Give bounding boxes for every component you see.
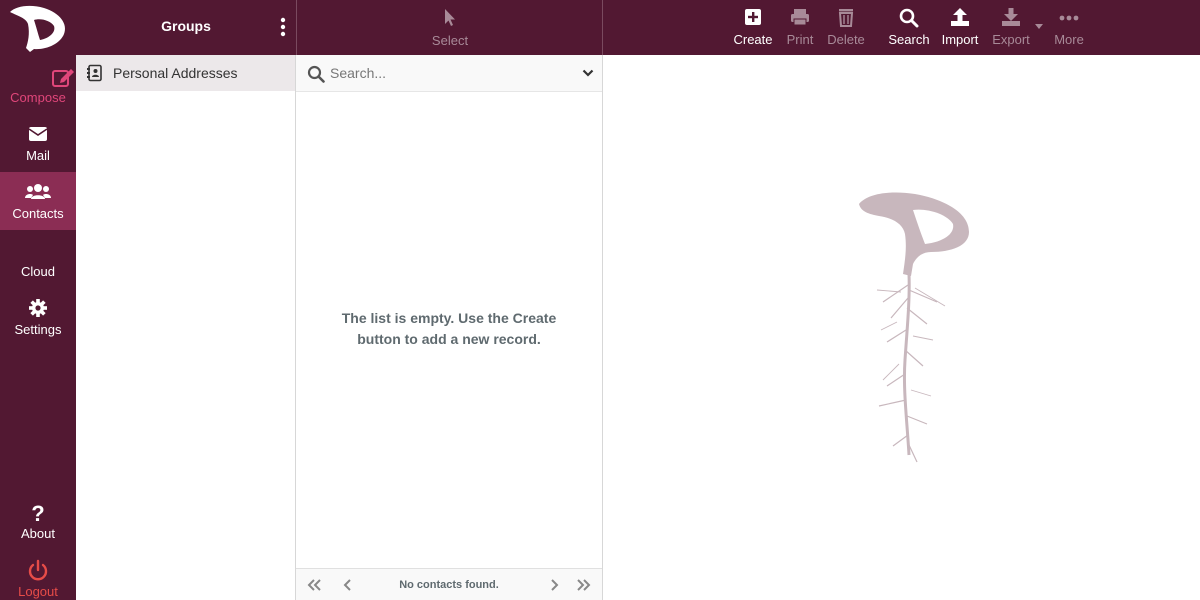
nav-about[interactable]: ? About [0, 492, 76, 550]
envelope-icon [28, 127, 48, 141]
question-icon: ? [31, 501, 44, 524]
nav-settings-label: Settings [14, 322, 62, 337]
create-button[interactable]: Create [731, 6, 775, 52]
nav-about-label: About [21, 526, 55, 541]
select-button[interactable]: Select [417, 8, 483, 50]
next-page-icon[interactable] [546, 578, 562, 592]
search-label: Search [888, 32, 930, 47]
more-button[interactable]: More [1051, 6, 1087, 52]
nav-cloud[interactable]: Cloud [0, 230, 76, 288]
caret-down-icon[interactable] [1035, 24, 1043, 30]
nav-mail-label: Mail [26, 148, 50, 163]
download-icon [1002, 8, 1020, 26]
import-label: Import [941, 32, 979, 47]
import-button[interactable]: Import [937, 6, 983, 52]
users-icon [25, 184, 51, 199]
gear-icon [29, 299, 47, 317]
ellipsis-icon [1059, 15, 1079, 21]
toolbar-search-button[interactable]: Search [887, 6, 931, 52]
app-logo [10, 5, 66, 52]
chevron-down-icon[interactable] [582, 68, 594, 78]
nav-logout-label: Logout [18, 584, 58, 599]
nav-mail[interactable]: Mail [0, 114, 76, 172]
more-label: More [1054, 32, 1084, 47]
trash-icon [838, 9, 854, 27]
list-header: Select [296, 0, 602, 55]
list-status-text: No contacts found. [399, 579, 499, 591]
nav-contacts[interactable]: Contacts [0, 172, 76, 230]
print-label: Print [786, 32, 814, 47]
list-pagination: No contacts found. [296, 568, 602, 600]
search-input[interactable] [330, 63, 570, 83]
cursor-icon [445, 9, 455, 26]
kebab-menu-icon[interactable] [276, 16, 290, 38]
nav-compose-label: Compose [10, 90, 66, 105]
contacts-list-panel: The list is empty. Use the Create button… [295, 55, 603, 600]
logo-watermark-icon [859, 192, 969, 463]
svg-text:?: ? [31, 501, 44, 524]
nav-contacts-label: Contacts [12, 206, 64, 221]
last-page-icon[interactable] [576, 578, 592, 592]
search-bar [296, 55, 602, 92]
plus-square-icon [745, 9, 761, 25]
print-button[interactable]: Print [781, 6, 819, 52]
upload-icon [951, 8, 969, 26]
create-label: Create [733, 32, 773, 47]
compose-icon [52, 69, 74, 87]
contact-details-pane [603, 55, 1200, 600]
search-icon [899, 8, 919, 28]
export-label: Export [992, 32, 1030, 47]
empty-list-message: The list is empty. Use the Create button… [341, 310, 557, 347]
printer-icon [791, 9, 809, 26]
previous-page-icon[interactable] [340, 578, 356, 592]
address-book-icon [87, 64, 102, 82]
select-label: Select [431, 33, 469, 48]
main-toolbar: Create Print Delete Search Import Export… [602, 0, 1200, 55]
export-button[interactable]: Export [989, 6, 1033, 52]
nav-logout[interactable]: Logout [0, 550, 76, 600]
delete-label: Delete [827, 32, 865, 47]
nav-compose[interactable]: Compose [0, 56, 76, 114]
delete-button[interactable]: Delete [823, 6, 869, 52]
groups-title: Groups [161, 18, 211, 34]
group-item-label: Personal Addresses [113, 65, 238, 81]
nav-settings[interactable]: Settings [0, 288, 76, 346]
nav-rail: Compose Mail Contacts Cloud Settings ? A… [0, 0, 76, 600]
search-icon [307, 65, 325, 83]
groups-list: Personal Addresses [76, 55, 296, 600]
group-item-personal-addresses[interactable]: Personal Addresses [76, 55, 295, 91]
first-page-icon[interactable] [306, 578, 322, 592]
nav-cloud-label: Cloud [21, 264, 55, 279]
power-icon [28, 559, 48, 581]
groups-header: Groups [76, 0, 296, 55]
